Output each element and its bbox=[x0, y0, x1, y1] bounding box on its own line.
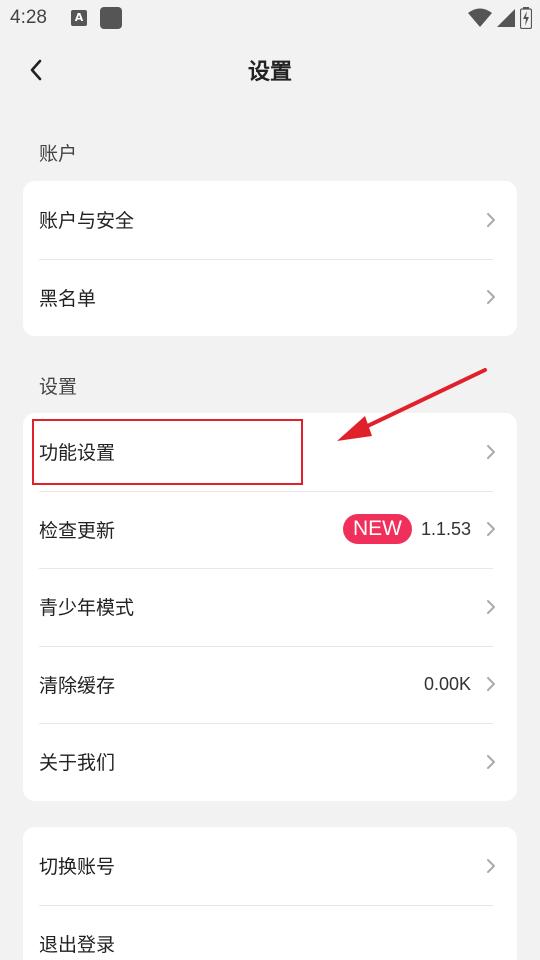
notification-app-icon bbox=[100, 7, 122, 29]
row-youth-mode[interactable]: 青少年模式 bbox=[23, 568, 517, 646]
notification-a-icon: A bbox=[71, 10, 87, 26]
status-indicators bbox=[468, 7, 532, 29]
row-label: 清除缓存 bbox=[39, 674, 116, 697]
chevron-right-icon bbox=[485, 675, 497, 693]
cache-size-value: 0.00K bbox=[423, 673, 471, 694]
account-card: 账户与安全 黑名单 bbox=[23, 181, 517, 336]
battery-icon bbox=[520, 7, 532, 29]
row-label: 账户与安全 bbox=[39, 210, 135, 233]
status-time: 4:28 bbox=[10, 7, 47, 28]
section-label-settings: 设置 bbox=[39, 376, 78, 398]
row-label: 切换账号 bbox=[39, 856, 116, 879]
app-header: 设置 bbox=[0, 38, 540, 102]
chevron-right-icon bbox=[485, 598, 497, 616]
row-label: 青少年模式 bbox=[39, 597, 135, 620]
row-blacklist[interactable]: 黑名单 bbox=[23, 258, 517, 337]
wifi-icon bbox=[468, 8, 492, 27]
chevron-right-icon bbox=[485, 288, 497, 306]
annotation-arrow-icon bbox=[337, 368, 487, 441]
section-label-account: 账户 bbox=[39, 143, 78, 165]
chevron-right-icon bbox=[485, 753, 497, 771]
signal-icon bbox=[497, 9, 515, 27]
version-value: 1.1.53 bbox=[420, 518, 471, 539]
session-card: 切换账号 退出登录 bbox=[23, 827, 517, 960]
row-label: 关于我们 bbox=[39, 752, 116, 775]
page-title: 设置 bbox=[247, 60, 292, 85]
chevron-right-icon bbox=[485, 520, 497, 538]
row-about-us[interactable]: 关于我们 bbox=[23, 723, 517, 801]
row-account-security[interactable]: 账户与安全 bbox=[23, 181, 517, 259]
row-clear-cache[interactable]: 清除缓存 0.00K bbox=[23, 645, 517, 724]
row-label: 检查更新 bbox=[39, 519, 116, 542]
new-badge: NEW bbox=[342, 514, 412, 545]
row-logout[interactable]: 退出登录 bbox=[23, 904, 517, 960]
row-label: 退出登录 bbox=[39, 933, 116, 956]
row-check-update[interactable]: 检查更新 NEW 1.1.53 bbox=[23, 490, 517, 569]
chevron-right-icon bbox=[485, 211, 497, 229]
highlight-box bbox=[32, 419, 303, 485]
row-label: 黑名单 bbox=[39, 287, 97, 310]
row-switch-account[interactable]: 切换账号 bbox=[23, 827, 517, 905]
status-bar: 4:28 A bbox=[0, 0, 540, 38]
chevron-right-icon bbox=[485, 857, 497, 875]
